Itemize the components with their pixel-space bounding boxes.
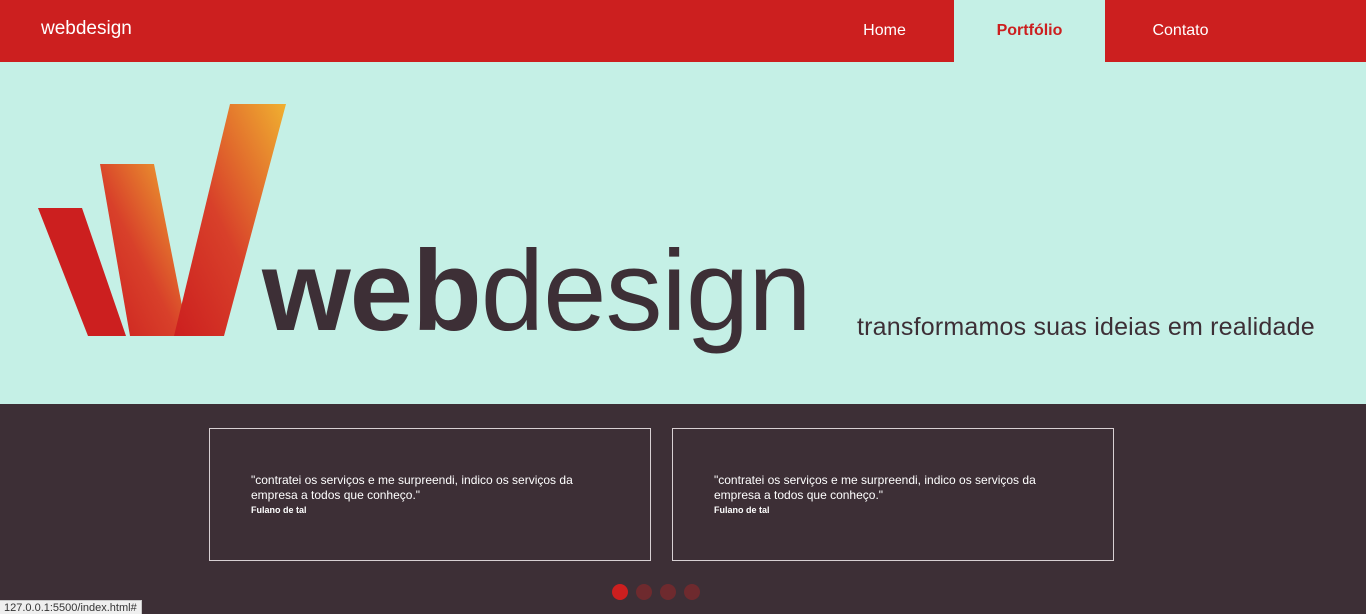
hero-banner: webdesign transformamos suas ideias em r… <box>0 62 1366 404</box>
carousel-dot-3[interactable] <box>660 584 676 600</box>
nav-home[interactable]: Home <box>815 0 954 62</box>
nav-contact[interactable]: Contato <box>1105 0 1256 62</box>
logo-text-bold: web <box>262 228 482 355</box>
logo-text-light: design <box>480 228 812 355</box>
testimonial-author: Fulano de tal <box>251 505 307 515</box>
w-logo-icon <box>38 104 286 336</box>
site-header: webdesign Home Portfólio Contato <box>0 0 1366 62</box>
carousel-dot-4[interactable] <box>684 584 700 600</box>
hero-logo-text: webdesign <box>262 222 812 362</box>
browser-status-url: 127.0.0.1:5500/index.html# <box>0 600 142 614</box>
testimonials-section: "contratei os serviços e me surpreendi, … <box>0 404 1366 614</box>
testimonial-quote: "contratei os serviços e me surpreendi, … <box>714 473 1036 502</box>
hero-tagline: transformamos suas ideias em realidade <box>857 313 1315 341</box>
testimonial-card: "contratei os serviços e me surpreendi, … <box>672 428 1114 561</box>
brand-name[interactable]: webdesign <box>41 18 132 40</box>
carousel-dot-2[interactable] <box>636 584 652 600</box>
nav-portfolio[interactable]: Portfólio <box>954 0 1105 62</box>
carousel-dot-1[interactable] <box>612 584 628 600</box>
testimonial-card: "contratei os serviços e me surpreendi, … <box>209 428 651 561</box>
testimonial-author: Fulano de tal <box>714 505 770 515</box>
testimonial-quote: "contratei os serviços e me surpreendi, … <box>251 473 573 502</box>
carousel-indicators <box>612 584 700 600</box>
